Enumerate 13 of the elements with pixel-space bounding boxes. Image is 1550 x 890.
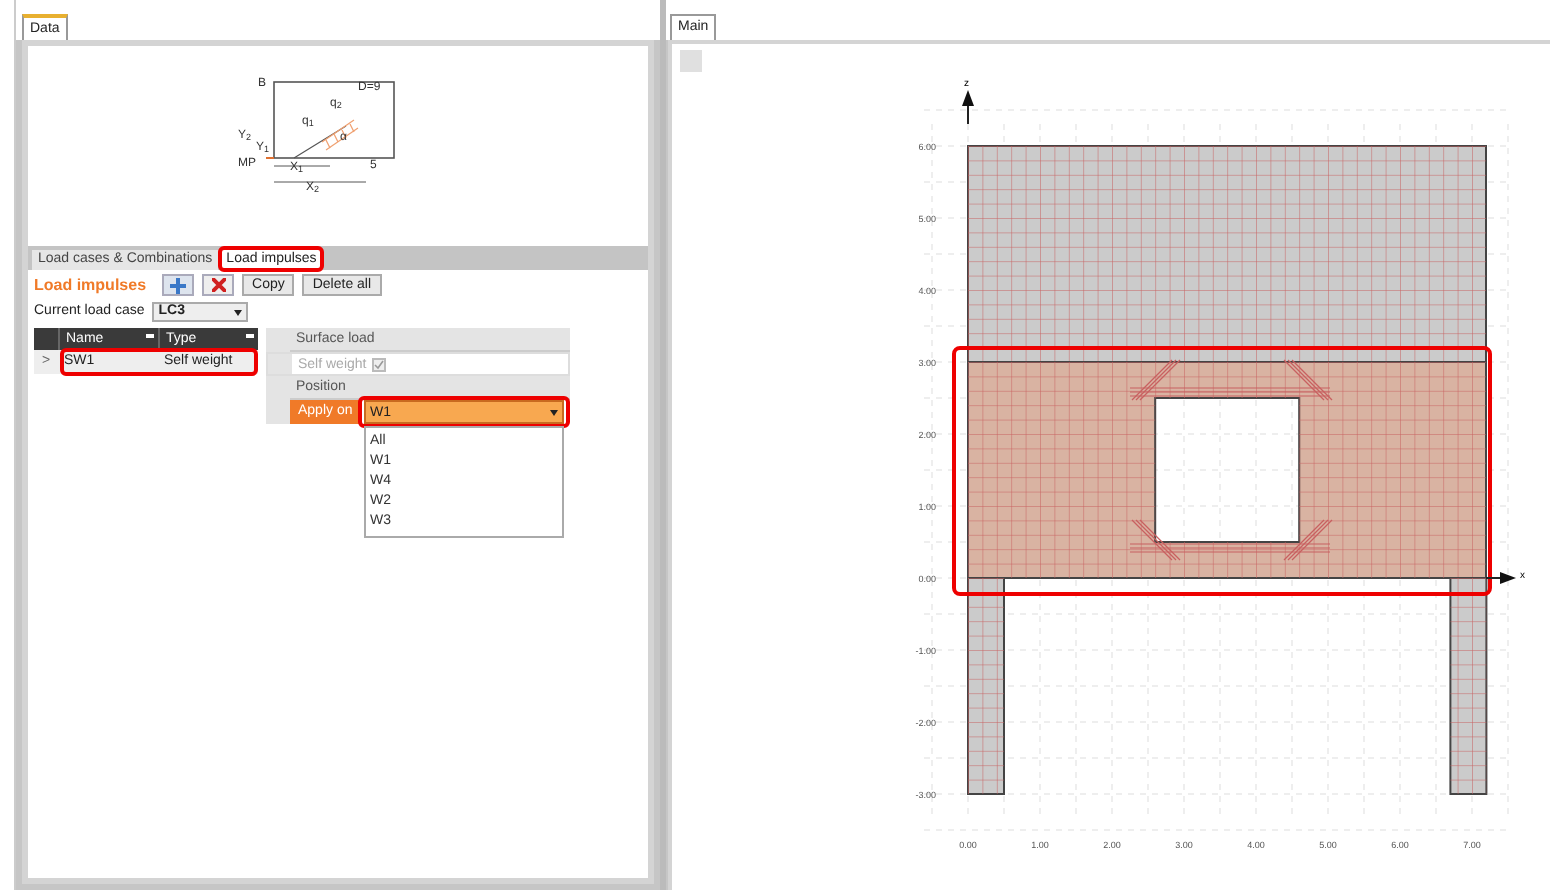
caret-icon [550,409,558,415]
check-icon [374,360,385,370]
row-header [266,400,290,424]
plus-icon [170,277,187,293]
section-title: Load impulses [34,273,147,297]
filter-icon [246,334,254,342]
z-axis-arrow [962,90,974,125]
delete-button[interactable] [202,274,235,296]
filter-icon [146,334,154,342]
caret-icon [234,309,243,315]
x-axis-arrow [1485,572,1516,584]
cross-icon [211,278,226,292]
add-button[interactable] [162,274,195,296]
